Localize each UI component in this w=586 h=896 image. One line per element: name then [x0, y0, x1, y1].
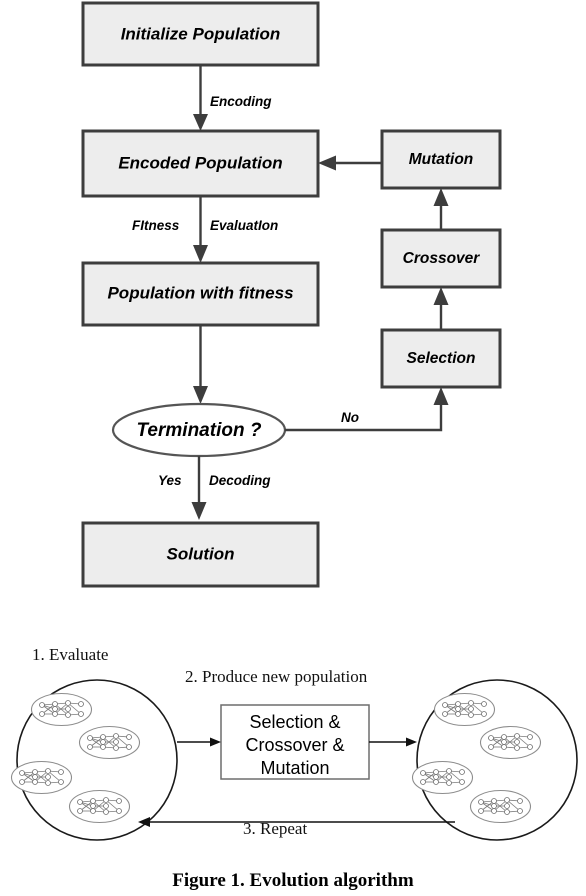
evolution-algorithm-figure: Initialize Population Encoding Encoded P… [0, 1, 578, 891]
node-population-with-fitness: Population with fitness [81, 261, 320, 327]
operator-box-line-3: Mutation [260, 758, 329, 778]
cycle-step-2-label: 2. Produce new population [185, 667, 368, 686]
node-initialize-population-label: Initialize Population [121, 24, 281, 43]
edge-operator-to-right-population [369, 737, 417, 747]
edge-label-encoding: Encoding [210, 94, 272, 109]
operator-box: Selection & Crossover & Mutation [220, 704, 370, 780]
node-crossover: Crossover [380, 228, 502, 289]
node-encoded-population: Encoded Population [81, 129, 320, 198]
node-crossover-label: Crossover [403, 250, 481, 267]
figure-root: Initialize Population Encoding Encoded P… [0, 0, 586, 896]
node-solution-label: Solution [167, 544, 235, 563]
node-selection-label: Selection [407, 350, 476, 367]
edge-label-no: No [341, 410, 359, 425]
edge-termination-yes [191, 456, 207, 520]
individual-left-2 [80, 727, 140, 759]
edge-selection-to-crossover [433, 287, 449, 330]
edge-encoded-to-population-fitness [193, 196, 208, 263]
edge-initialize-to-encoded [193, 65, 208, 131]
node-initialize-population: Initialize Population [81, 1, 320, 67]
individual-left-1 [32, 694, 92, 726]
individual-left-3 [12, 762, 72, 794]
edge-left-population-to-operator [177, 737, 221, 747]
node-population-with-fitness-label: Population with fitness [107, 283, 293, 302]
node-solution: Solution [81, 521, 320, 588]
cycle-step-3-label: 3. Repeat [243, 819, 307, 838]
node-selection: Selection [380, 328, 502, 389]
edge-label-evaluation: EvaluatIon [210, 218, 278, 233]
node-mutation-label: Mutation [409, 151, 474, 168]
edge-mutation-to-encoded [318, 155, 382, 171]
edge-label-fitness: FItness [132, 218, 180, 233]
individual-right-2 [481, 727, 541, 759]
edge-label-yes: Yes [158, 473, 182, 488]
operator-box-line-2: Crossover & [245, 735, 344, 755]
edge-termination-no [285, 387, 449, 432]
edge-population-fitness-to-termination [193, 325, 208, 404]
individual-right-1 [435, 694, 495, 726]
population-circle-left [12, 679, 178, 841]
node-termination: Termination ? [111, 402, 287, 458]
individual-left-4 [70, 791, 130, 823]
individual-right-4 [471, 791, 531, 823]
node-mutation: Mutation [380, 129, 502, 190]
edge-label-decoding: Decoding [209, 473, 271, 488]
edge-crossover-to-mutation [433, 188, 449, 230]
individual-right-3 [413, 762, 473, 794]
node-termination-label: Termination ? [137, 420, 262, 441]
figure-caption: Figure 1. Evolution algorithm [172, 870, 414, 891]
cycle-step-1-label: 1. Evaluate [32, 645, 108, 664]
operator-box-line-1: Selection & [249, 712, 340, 732]
node-encoded-population-label: Encoded Population [118, 153, 282, 172]
population-circle-right [413, 679, 578, 841]
